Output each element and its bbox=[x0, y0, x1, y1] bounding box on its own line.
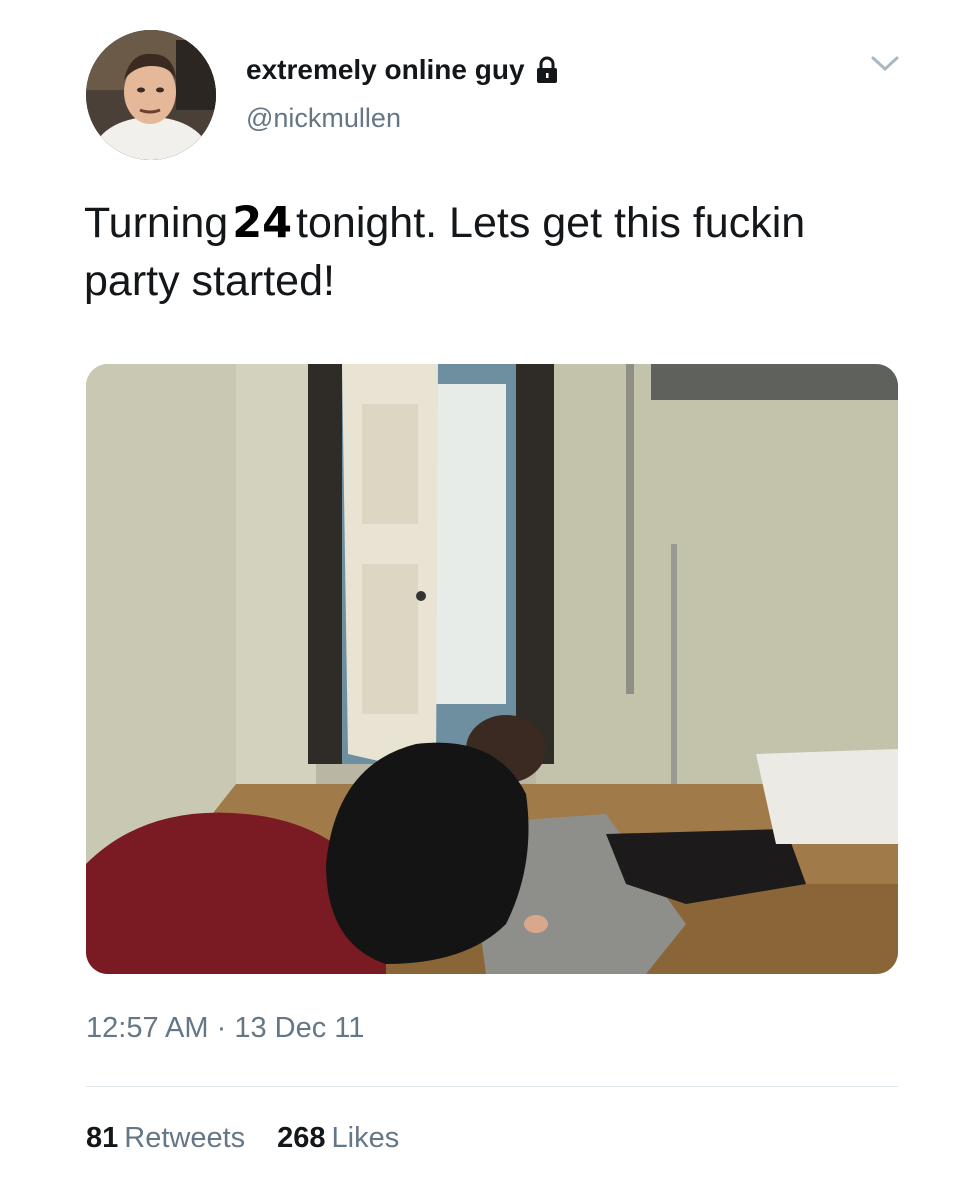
retweets-count: 81 bbox=[86, 1122, 119, 1154]
divider bbox=[86, 1086, 898, 1087]
tweet-stats: 81 Retweets 268 Likes bbox=[86, 1122, 431, 1155]
display-name-text: extremely online guy bbox=[246, 54, 525, 85]
timestamp-separator: · bbox=[216, 1012, 227, 1044]
tweet-media-photo[interactable] bbox=[86, 364, 898, 974]
tweet-text-start: Turning bbox=[84, 199, 229, 247]
retweets-label: Retweets bbox=[124, 1122, 246, 1154]
likes-label: Likes bbox=[331, 1122, 400, 1154]
lock-icon bbox=[535, 56, 559, 84]
display-name[interactable]: extremely online guy bbox=[246, 54, 559, 86]
avatar-photo bbox=[86, 30, 216, 160]
user-handle[interactable]: @nickmullen bbox=[246, 103, 401, 134]
avatar[interactable] bbox=[86, 30, 216, 160]
tweet-text: Turning24tonight. Lets get this fuckin p… bbox=[84, 194, 884, 310]
chevron-down-icon[interactable] bbox=[868, 52, 902, 76]
tweet-card: extremely online guy @nickmullen Turning… bbox=[0, 0, 962, 1200]
room-photo bbox=[86, 364, 898, 974]
retweets-stat[interactable]: 81 Retweets bbox=[86, 1122, 245, 1155]
likes-count: 268 bbox=[277, 1122, 326, 1154]
tweet-text-number: 24 bbox=[232, 198, 293, 248]
tweet-time: 12:57 AM bbox=[86, 1012, 209, 1044]
tweet-date: 13 Dec 11 bbox=[234, 1012, 365, 1044]
tweet-timestamp[interactable]: 12:57 AM · 13 Dec 11 bbox=[86, 1012, 364, 1045]
likes-stat[interactable]: 268 Likes bbox=[277, 1122, 399, 1155]
